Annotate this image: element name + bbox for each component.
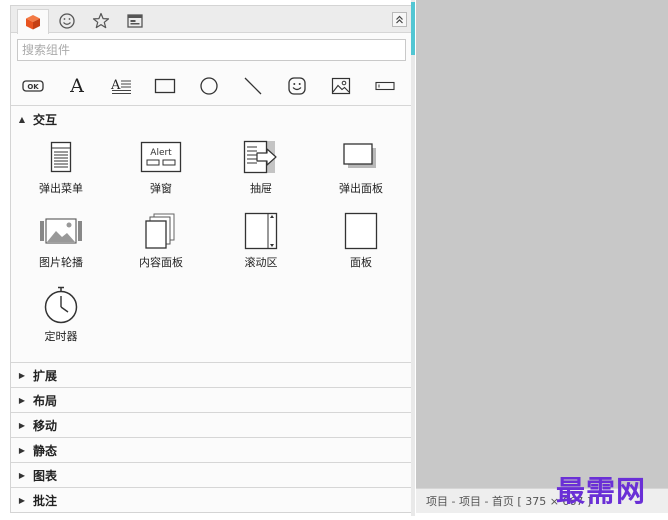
section-title: 扩展 — [33, 368, 58, 383]
component-popup-panel[interactable]: 弹出面板 — [316, 137, 406, 205]
panel-tabbar — [11, 6, 411, 34]
basic-tools-bar: OK A A — [11, 68, 411, 106]
triangle-right-icon: ▶ — [18, 495, 26, 505]
input-icon — [375, 81, 395, 91]
section-title: 图表 — [33, 468, 58, 483]
emoji-icon — [288, 77, 306, 95]
tool-text[interactable]: A — [60, 72, 94, 100]
component-label: 面板 — [350, 256, 372, 269]
component-label: 抽屉 — [250, 182, 272, 195]
section-header-charts[interactable]: ▶ 图表 — [11, 463, 411, 487]
content-panel-icon — [145, 213, 175, 249]
component-label: 弹窗 — [150, 182, 172, 195]
rectangle-icon — [154, 78, 176, 94]
cube-icon — [26, 15, 40, 30]
triangle-right-icon: ▶ — [18, 370, 26, 380]
tab-masters[interactable] — [119, 9, 151, 33]
splitter-accent — [411, 2, 415, 55]
circle-icon — [200, 77, 218, 95]
section-title: 移动 — [33, 418, 58, 433]
popup-menu-icon — [50, 141, 72, 173]
component-drawer[interactable]: 抽屉 — [216, 137, 306, 205]
section-header-mobile[interactable]: ▶ 移动 — [11, 413, 411, 437]
search-input[interactable] — [17, 39, 406, 61]
star-icon — [92, 12, 110, 29]
component-scroll-area[interactable]: 滚动区 — [216, 211, 306, 279]
section-title: 交互 — [33, 112, 58, 127]
triangle-right-icon: ▶ — [18, 470, 26, 480]
tab-favorites[interactable] — [85, 9, 117, 33]
section-header-layout[interactable]: ▶ 布局 — [11, 388, 411, 412]
component-label: 内容面板 — [139, 256, 183, 269]
component-label: 弹出菜单 — [39, 182, 83, 195]
triangle-down-icon: ▲ — [18, 114, 26, 124]
tab-icons[interactable] — [51, 9, 83, 33]
collapse-panel-button[interactable] — [392, 12, 407, 27]
smiley-icon — [59, 13, 75, 29]
svg-text:OK: OK — [27, 83, 39, 91]
tool-paragraph[interactable]: A — [104, 72, 138, 100]
tool-circle[interactable] — [192, 72, 226, 100]
triangle-right-icon: ▶ — [18, 395, 26, 405]
line-icon — [244, 77, 262, 95]
component-image-carousel[interactable]: 图片轮播 — [16, 211, 106, 279]
tool-input[interactable] — [368, 72, 402, 100]
chevron-up-double-icon — [396, 15, 403, 24]
tool-image[interactable] — [324, 72, 358, 100]
text-icon: A — [70, 75, 84, 97]
component-label: 定时器 — [44, 330, 78, 343]
components-panel: OK A A — [10, 5, 412, 513]
tab-components[interactable] — [17, 9, 49, 34]
component-label: 滚动区 — [244, 256, 278, 269]
master-panel-icon — [127, 14, 143, 28]
paragraph-icon: A — [110, 78, 131, 94]
scroll-area-icon — [244, 212, 278, 250]
popup-panel-icon — [343, 143, 376, 168]
component-label: 图片轮播 — [39, 256, 83, 269]
tool-rectangle[interactable] — [148, 72, 182, 100]
watermark: 最需网 — [556, 474, 647, 508]
component-popup-menu[interactable]: 弹出菜单 — [16, 137, 106, 205]
design-canvas[interactable] — [416, 0, 668, 488]
section-title: 布局 — [33, 393, 58, 408]
svg-text:Alert: Alert — [150, 148, 172, 158]
panel-icon — [344, 212, 378, 250]
tool-emoji[interactable] — [280, 72, 314, 100]
triangle-right-icon: ▶ — [18, 445, 26, 455]
component-label: 弹出面板 — [339, 182, 383, 195]
component-panel[interactable]: 面板 — [316, 211, 406, 279]
tool-line[interactable] — [236, 72, 270, 100]
image-carousel-icon — [40, 218, 82, 244]
component-timer[interactable]: 定时器 — [16, 285, 106, 353]
tool-button[interactable]: OK — [16, 72, 50, 100]
panel-splitter[interactable] — [411, 0, 415, 516]
section-header-annotation[interactable]: ▶ 批注 — [11, 488, 411, 512]
image-icon — [331, 77, 351, 95]
section-header-interaction[interactable]: ▲ 交互 — [11, 107, 411, 131]
section-title: 静态 — [33, 443, 58, 458]
drawer-icon — [243, 140, 277, 174]
button-icon: OK — [22, 80, 44, 92]
section-header-extension[interactable]: ▶ 扩展 — [11, 363, 411, 387]
alert-dialog-icon: Alert — [140, 141, 182, 173]
component-alert-dialog[interactable]: Alert 弹窗 — [116, 137, 206, 205]
timer-icon — [44, 286, 78, 324]
component-content-panel[interactable]: 内容面板 — [116, 211, 206, 279]
section-title: 批注 — [33, 493, 58, 508]
section-header-static[interactable]: ▶ 静态 — [11, 438, 411, 462]
triangle-right-icon: ▶ — [18, 420, 26, 430]
